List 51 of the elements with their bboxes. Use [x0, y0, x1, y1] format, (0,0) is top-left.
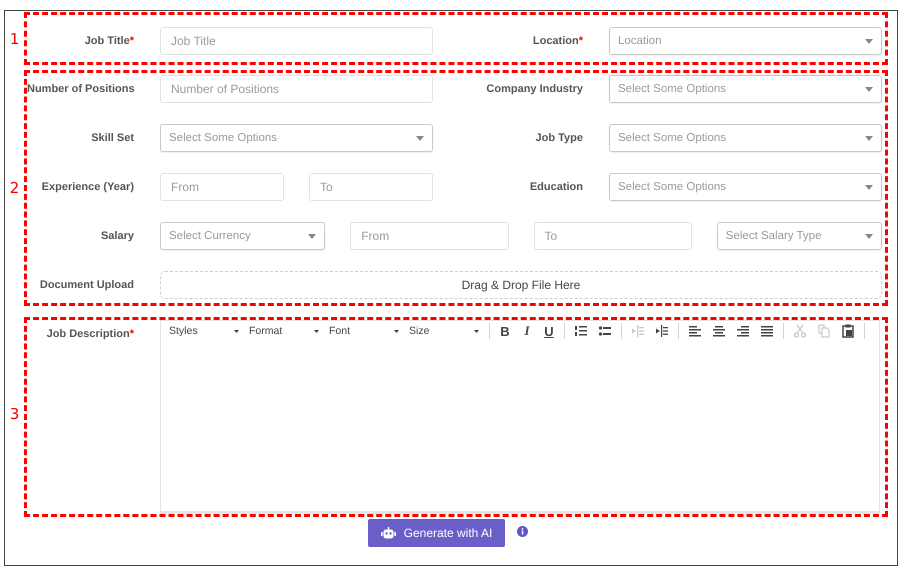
underline-button[interactable]: U — [538, 324, 560, 338]
caret-icon — [416, 136, 424, 140]
field-label: Job Description* — [46, 327, 134, 340]
field-label: Company Industry — [485, 83, 583, 95]
rich-text-editor[interactable]: Styles Format Font Size B I U — [160, 320, 880, 514]
field-label: Skill Set — [90, 132, 134, 144]
field-label: Number of Positions — [27, 83, 134, 95]
indent-icon[interactable] — [655, 324, 669, 338]
caret-icon — [865, 86, 873, 92]
annotation-number: 3 — [8, 405, 20, 423]
italic-button[interactable]: I — [516, 323, 538, 339]
toolbar-dropdown[interactable]: Size — [405, 323, 485, 339]
toolbar-dropdown[interactable]: Font — [325, 323, 405, 339]
align-right-icon[interactable] — [736, 324, 750, 338]
align-left-icon[interactable] — [688, 324, 702, 338]
bullet-list-icon[interactable] — [598, 324, 612, 338]
field-label: Experience (Year) — [40, 181, 134, 193]
field-label: Document Upload — [38, 279, 134, 291]
caret-icon — [865, 136, 873, 140]
input-field[interactable]: From — [160, 173, 284, 201]
generate-button[interactable]: Generate with AI — [368, 519, 505, 547]
toolbar-dropdown[interactable]: Styles — [165, 323, 245, 339]
annotation-number: 2 — [8, 179, 20, 197]
field-label: Education — [528, 181, 583, 193]
caret-icon — [314, 330, 319, 332]
field-label: Job Title* — [84, 35, 134, 47]
field-label: Salary — [100, 230, 134, 242]
paste-icon[interactable] — [841, 324, 855, 338]
field-label: Location* — [532, 35, 583, 47]
caret-icon — [865, 38, 873, 44]
caret-icon — [234, 330, 239, 332]
input-field[interactable]: From — [350, 222, 508, 250]
field-label: Job Type — [534, 132, 583, 144]
bold-button[interactable]: B — [494, 324, 516, 338]
input-field[interactable]: Job Title — [160, 27, 433, 55]
annotation-number: 1 — [8, 30, 20, 48]
justify-icon[interactable] — [760, 324, 774, 338]
input-field[interactable]: To — [534, 222, 692, 250]
caret-icon — [474, 330, 479, 332]
robot-icon — [380, 527, 396, 539]
toolbar-dropdown[interactable]: Format — [245, 323, 325, 339]
info-icon[interactable] — [517, 526, 528, 536]
input-field[interactable]: Number of Positions — [160, 75, 433, 103]
align-center-icon[interactable] — [712, 324, 726, 338]
caret-icon — [865, 184, 873, 190]
input-field[interactable]: To — [309, 173, 433, 201]
caret-icon — [865, 234, 873, 238]
caret-icon — [394, 330, 399, 332]
file-dropzone[interactable]: Drag & Drop File Here — [160, 271, 882, 299]
numbered-list-icon[interactable] — [574, 324, 588, 338]
caret-icon — [308, 234, 316, 238]
